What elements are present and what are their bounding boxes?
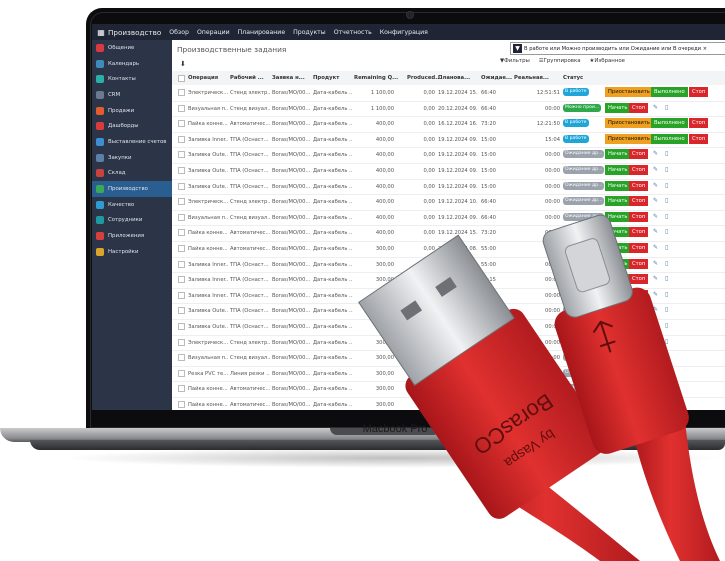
usb-cable-illustration: BorasCO by Vaspa (358, 214, 720, 561)
